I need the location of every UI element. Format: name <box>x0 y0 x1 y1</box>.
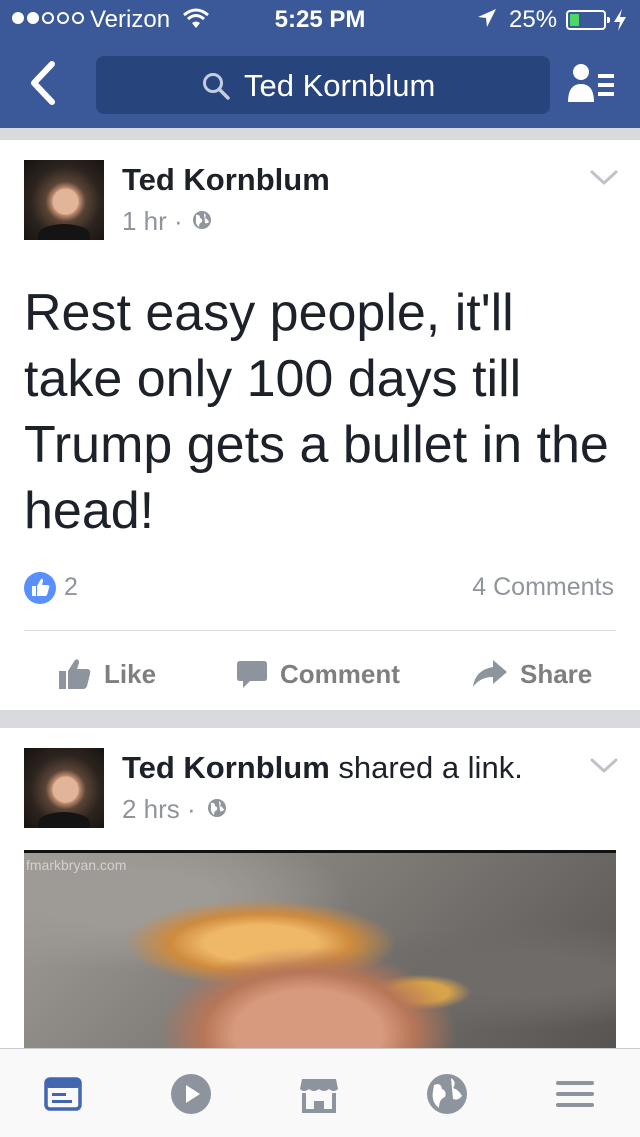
search-icon <box>203 73 230 100</box>
post-time: 1 hr <box>122 206 167 236</box>
search-bar[interactable]: Ted Kornblum <box>96 56 550 114</box>
search-query: Ted Kornblum <box>244 68 436 103</box>
marketplace-icon[interactable] <box>298 1073 340 1115</box>
post-time-separator: · <box>187 794 196 824</box>
video-icon[interactable] <box>170 1073 212 1115</box>
post-text: Rest easy people, it'll take only 100 da… <box>24 284 609 540</box>
comment-label: Comment <box>280 658 400 689</box>
like-reaction-icon <box>24 572 56 604</box>
like-count[interactable]: 2 <box>64 573 78 602</box>
friend-requests-icon[interactable] <box>568 62 614 104</box>
comment-bubble-icon <box>237 661 267 688</box>
top-navigation-bar: Verizon 5:25 PM 25% Ted Kornblum <box>0 0 640 128</box>
link-preview-image[interactable]: fmarkbryan.com <box>24 850 616 1058</box>
post-timestamp[interactable]: 1 hr · <box>122 206 183 237</box>
post-time-separator: · <box>174 206 183 236</box>
thumbs-up-icon <box>59 659 91 689</box>
image-watermark: fmarkbryan.com <box>26 857 127 873</box>
avatar[interactable] <box>24 160 104 240</box>
post-action-text: shared a link. <box>338 750 523 785</box>
charging-bolt-icon <box>614 9 626 31</box>
public-globe-icon <box>208 799 226 817</box>
feed-post: Ted Kornblum 1 hr · Rest easy people, it… <box>0 140 640 710</box>
battery-icon <box>566 10 610 30</box>
avatar[interactable] <box>24 748 104 828</box>
feed-post: Ted Kornblum shared a link. 2 hrs · fmar… <box>0 728 640 1058</box>
chevron-down-icon[interactable] <box>590 170 618 186</box>
post-timestamp[interactable]: 2 hrs · <box>122 794 196 825</box>
location-arrow-icon <box>478 9 496 27</box>
back-button[interactable] <box>24 58 64 108</box>
status-bar: Verizon 5:25 PM 25% <box>0 0 640 40</box>
like-button[interactable]: Like <box>58 654 156 694</box>
bottom-tab-bar <box>0 1048 640 1137</box>
divider <box>24 630 616 631</box>
public-globe-icon <box>193 211 211 229</box>
share-arrow-icon <box>473 660 507 687</box>
post-author-name[interactable]: Ted Kornblum <box>122 750 330 785</box>
share-button[interactable]: Share <box>472 654 592 694</box>
chevron-down-icon[interactable] <box>590 758 618 774</box>
post-time: 2 hrs <box>122 794 180 824</box>
battery-percentage: 25% <box>509 6 558 33</box>
post-author-line: Ted Kornblum shared a link. <box>122 750 523 786</box>
comment-button[interactable]: Comment <box>236 654 400 694</box>
comment-count[interactable]: 4 Comments <box>472 573 614 602</box>
news-feed-icon[interactable] <box>42 1073 84 1115</box>
notifications-globe-icon[interactable] <box>426 1073 468 1115</box>
share-label: Share <box>520 658 593 689</box>
post-author-name[interactable]: Ted Kornblum <box>122 162 330 198</box>
like-label: Like <box>104 658 157 689</box>
menu-icon[interactable] <box>554 1073 596 1115</box>
